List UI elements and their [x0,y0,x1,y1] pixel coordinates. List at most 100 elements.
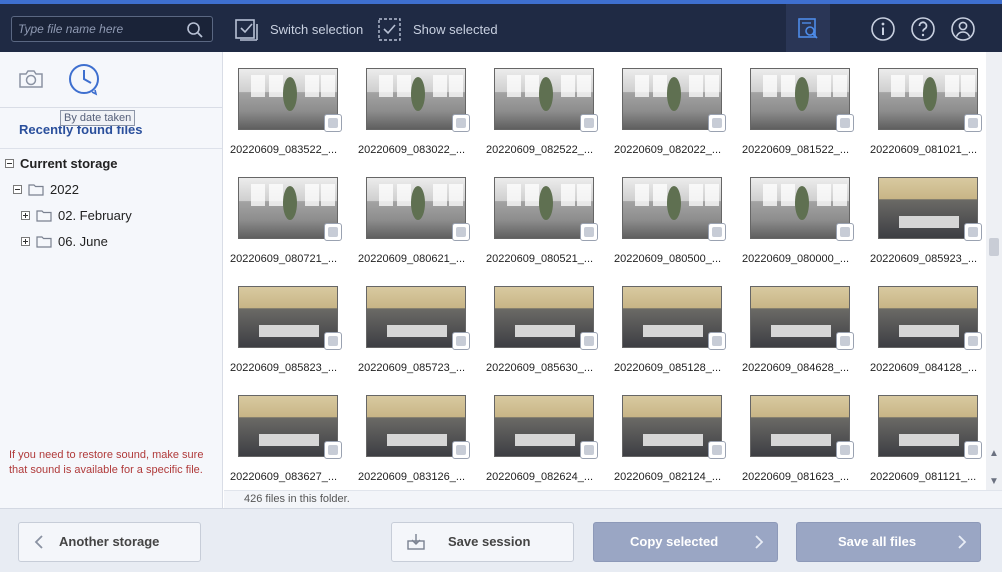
file-tile[interactable]: 20220609_082522_... [480,52,608,160]
search-icon[interactable] [186,21,204,42]
file-thumbnail[interactable] [750,395,850,457]
show-selected-button[interactable]: Show selected [377,14,498,44]
select-checkbox[interactable] [964,332,982,350]
select-checkbox[interactable] [452,223,470,241]
file-thumbnail[interactable] [878,395,978,457]
select-checkbox[interactable] [836,114,854,132]
file-thumbnail[interactable] [366,68,466,130]
file-tile[interactable]: 20220609_085128_... [608,270,736,378]
select-checkbox[interactable] [324,441,342,459]
file-thumbnail[interactable] [622,286,722,348]
select-checkbox[interactable] [580,223,598,241]
file-tile[interactable]: 20220609_080721_... [224,161,352,269]
file-tile[interactable]: 20220609_080521_... [480,161,608,269]
file-tile[interactable]: 20220609_084628_... [736,270,864,378]
file-tile[interactable]: 20220609_081121_... [864,379,992,487]
file-tile[interactable]: 20220609_085823_... [224,270,352,378]
tree-item-2022[interactable]: 2022 [13,182,79,197]
tree-item-february[interactable]: 02. February [21,208,132,223]
select-checkbox[interactable] [708,223,726,241]
file-tile[interactable]: 20220609_082624_... [480,379,608,487]
select-checkbox[interactable] [836,332,854,350]
file-thumbnail[interactable] [622,395,722,457]
preview-search-button[interactable] [786,4,830,52]
another-storage-button[interactable]: Another storage [18,522,201,562]
file-thumbnail[interactable] [494,395,594,457]
file-tile[interactable]: 20220609_083022_... [352,52,480,160]
file-thumbnail[interactable] [750,177,850,239]
file-tile[interactable]: 20220609_083126_... [352,379,480,487]
file-tile[interactable]: 20220609_083627_... [224,379,352,487]
select-checkbox[interactable] [452,332,470,350]
user-icon[interactable] [950,16,976,42]
select-checkbox[interactable] [580,114,598,132]
select-checkbox[interactable] [580,332,598,350]
file-tile[interactable]: 20220609_080621_... [352,161,480,269]
file-thumbnail[interactable] [238,286,338,348]
file-thumbnail[interactable] [238,68,338,130]
save-all-files-button[interactable]: Save all files [796,522,981,562]
file-thumbnail[interactable] [878,177,978,239]
file-thumbnail[interactable] [878,68,978,130]
file-tile[interactable]: 20220609_085723_... [352,270,480,378]
clock-icon[interactable] [66,62,102,98]
select-checkbox[interactable] [324,114,342,132]
select-checkbox[interactable] [708,332,726,350]
expand-toggle[interactable] [21,237,30,246]
select-checkbox[interactable] [324,332,342,350]
file-tile[interactable]: 20220609_083522_... [224,52,352,160]
file-thumbnail[interactable] [366,286,466,348]
file-tile[interactable]: 20220609_080500_... [608,161,736,269]
file-thumbnail[interactable] [238,395,338,457]
file-thumbnail[interactable] [366,177,466,239]
select-checkbox[interactable] [708,441,726,459]
select-checkbox[interactable] [836,223,854,241]
file-thumbnail[interactable] [622,177,722,239]
file-tile[interactable]: 20220609_085630_... [480,270,608,378]
file-thumbnail[interactable] [238,177,338,239]
file-tile[interactable]: 20220609_081522_... [736,52,864,160]
vertical-scrollbar[interactable]: ▲ ▼ [986,52,1002,490]
tree-item-current-storage[interactable]: Current storage [5,156,118,171]
select-checkbox[interactable] [452,114,470,132]
file-thumbnail[interactable] [622,68,722,130]
file-thumbnail[interactable] [366,395,466,457]
collapse-toggle[interactable] [5,159,14,168]
scroll-up-arrow-icon[interactable]: ▲ [989,448,999,459]
file-thumbnail[interactable] [494,68,594,130]
file-tile[interactable]: 20220609_081623_... [736,379,864,487]
file-tile[interactable]: 20220609_081021_... [864,52,992,160]
tree-item-june[interactable]: 06. June [21,234,108,249]
file-thumbnail[interactable] [494,177,594,239]
file-tile[interactable]: 20220609_085923_... [864,161,992,269]
file-tile[interactable]: 20220609_082124_... [608,379,736,487]
select-checkbox[interactable] [964,441,982,459]
select-checkbox[interactable] [964,223,982,241]
switch-selection-button[interactable]: Switch selection [234,14,363,44]
select-checkbox[interactable] [324,223,342,241]
copy-selected-button[interactable]: Copy selected [593,522,778,562]
select-checkbox[interactable] [964,114,982,132]
select-checkbox[interactable] [708,114,726,132]
scrollbar-thumb[interactable] [989,238,999,256]
select-checkbox[interactable] [836,441,854,459]
expand-toggle[interactable] [21,211,30,220]
folder-file-count: 426 files in this folder. [224,490,1002,508]
select-checkbox[interactable] [580,441,598,459]
camera-icon[interactable] [18,68,44,90]
info-icon[interactable] [870,16,896,42]
file-tile[interactable]: 20220609_080000_... [736,161,864,269]
search-input[interactable] [12,17,182,41]
file-thumbnail[interactable] [750,286,850,348]
file-thumbnail[interactable] [750,68,850,130]
collapse-toggle[interactable] [13,185,22,194]
help-icon[interactable] [910,16,936,42]
file-thumbnail[interactable] [878,286,978,348]
scroll-down-arrow-icon[interactable]: ▼ [989,476,999,487]
file-name: 20220609_082624_... [486,471,594,483]
file-tile[interactable]: 20220609_084128_... [864,270,992,378]
select-checkbox[interactable] [452,441,470,459]
file-tile[interactable]: 20220609_082022_... [608,52,736,160]
file-thumbnail[interactable] [494,286,594,348]
save-session-button[interactable]: Save session [391,522,574,562]
